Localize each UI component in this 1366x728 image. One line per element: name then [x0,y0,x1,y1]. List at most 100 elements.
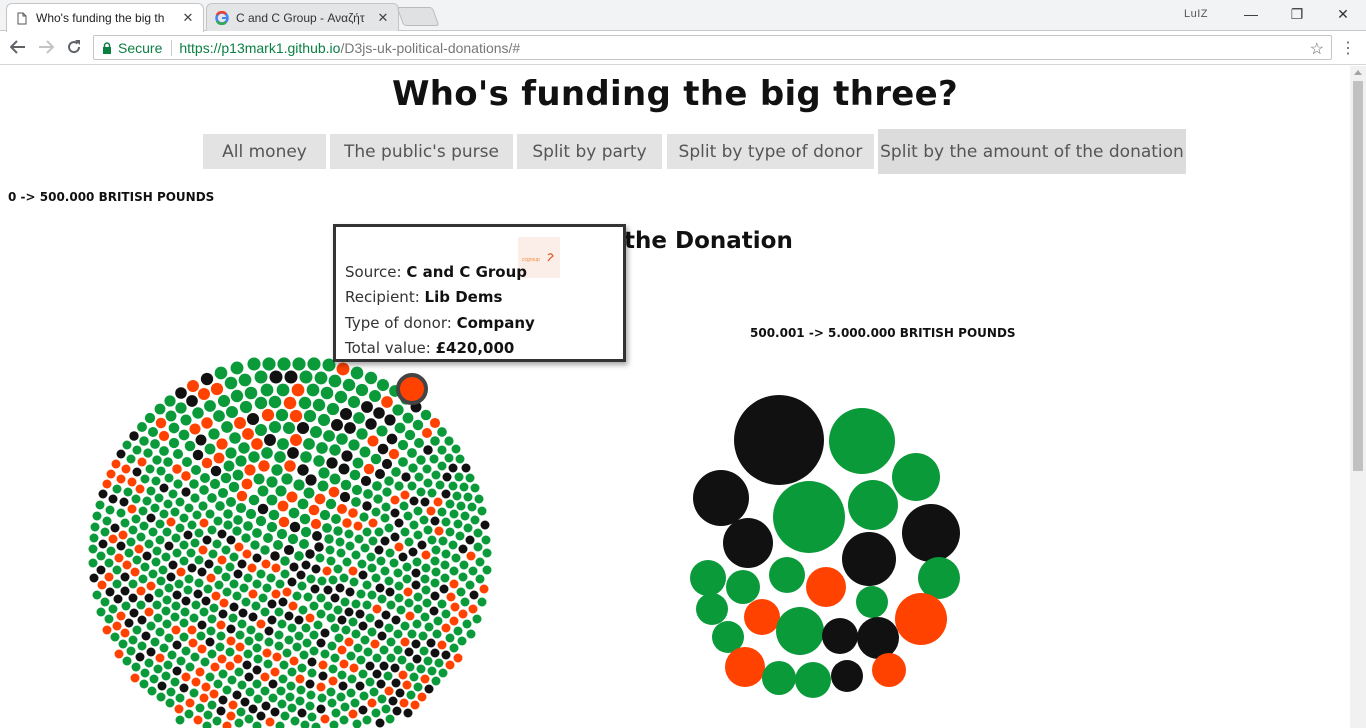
donation-bubble[interactable] [453,653,463,663]
donation-bubble[interactable] [441,650,451,660]
donation-bubble[interactable] [420,409,432,421]
donation-bubble[interactable] [128,593,138,603]
donation-bubble[interactable] [379,661,389,671]
donation-bubble[interactable] [285,692,295,702]
donation-bubble[interactable] [407,481,417,491]
donation-bubble[interactable] [234,542,244,552]
donation-bubble[interactable] [158,565,168,575]
donation-bubble[interactable] [465,580,475,590]
donation-bubble[interactable] [412,419,424,431]
donation-bubble[interactable] [255,515,267,527]
donation-bubble[interactable] [411,580,421,590]
donation-bubble[interactable] [179,513,189,523]
donation-bubble[interactable] [235,502,247,514]
donation-bubble[interactable] [183,585,193,595]
donation-bubble[interactable] [184,440,196,452]
donation-bubble[interactable] [151,557,161,567]
donation-bubble[interactable] [403,511,413,521]
donation-bubble[interactable] [380,566,390,576]
donation-bubble[interactable] [172,590,182,600]
donation-bubble[interactable] [337,615,347,625]
donation-bubble[interactable] [723,518,773,568]
donation-bubble[interactable] [155,653,165,663]
donation-bubble[interactable] [128,525,138,535]
donation-bubble[interactable] [346,651,356,661]
donation-bubble[interactable] [333,526,343,536]
donation-bubble[interactable] [466,551,476,561]
donation-bubble[interactable] [309,601,319,611]
donation-bubble[interactable] [328,575,338,585]
donation-bubble[interactable] [857,617,899,659]
donation-bubble[interactable] [334,390,348,404]
donation-bubble[interactable] [112,579,122,589]
donation-bubble[interactable] [327,641,337,651]
donation-bubble[interactable] [129,608,139,618]
donation-bubble[interactable] [268,693,278,703]
donation-bubble[interactable] [438,668,448,678]
donation-bubble[interactable] [344,607,354,617]
donation-bubble[interactable] [146,486,156,496]
donation-bubble[interactable] [470,483,480,493]
donation-bubble[interactable] [393,645,403,655]
donation-bubble[interactable] [445,633,455,643]
donation-bubble[interactable] [420,497,430,507]
donation-bubble[interactable] [283,544,295,556]
donation-bubble[interactable] [207,525,217,535]
donation-bubble[interactable] [142,551,152,561]
donation-bubble[interactable] [299,513,311,525]
donation-bubble[interactable] [460,511,470,521]
donation-bubble[interactable] [429,454,439,464]
donation-bubble[interactable] [457,636,467,646]
donation-bubble[interactable] [189,423,201,435]
donation-bubble[interactable] [319,509,331,521]
donation-bubble[interactable] [120,518,130,528]
donation-bubble[interactable] [430,516,440,526]
donation-bubble[interactable] [185,698,195,708]
donation-bubble[interactable] [92,511,102,521]
donation-bubble[interactable] [172,548,182,558]
donation-bubble[interactable] [363,463,375,475]
donation-bubble[interactable] [165,698,175,708]
donation-bubble[interactable] [402,412,414,424]
donation-bubble[interactable] [822,618,858,654]
donation-bubble[interactable] [348,709,358,719]
donation-bubble[interactable] [144,539,154,549]
donation-bubble[interactable] [199,693,209,703]
donation-bubble[interactable] [162,527,172,537]
donation-bubble[interactable] [848,480,898,530]
donation-bubble[interactable] [275,485,287,497]
donation-bubble[interactable] [384,476,394,486]
donation-bubble[interactable] [217,654,227,664]
donation-bubble[interactable] [384,686,394,696]
donation-bubble[interactable] [459,560,469,570]
donation-bubble[interactable] [470,515,480,525]
donation-bubble[interactable] [122,656,132,666]
donation-bubble[interactable] [455,531,465,541]
donation-bubble[interactable] [391,678,401,688]
donation-bubble[interactable] [134,544,144,554]
donation-bubble[interactable] [437,461,447,471]
donation-bubble[interactable] [185,662,195,672]
donation-bubble[interactable] [175,387,187,399]
donation-bubble[interactable] [385,548,395,558]
donation-bubble[interactable] [201,596,211,606]
donation-bubble[interactable] [204,400,216,412]
donation-bubble[interactable] [193,715,203,725]
donation-bubble[interactable] [350,698,360,708]
donation-bubble[interactable] [344,637,354,647]
donation-bubble[interactable] [224,376,238,390]
donation-bubble[interactable] [252,665,262,675]
donation-bubble[interactable] [418,631,428,641]
donation-bubble[interactable] [225,647,235,657]
donation-bubble[interactable] [181,596,191,606]
donation-bubble[interactable] [215,642,225,652]
donation-bubble[interactable] [442,472,452,482]
donation-bubble[interactable] [384,414,396,426]
donation-bubble[interactable] [287,533,299,545]
donation-bubble[interactable] [173,479,183,489]
donation-bubble[interactable] [376,378,390,392]
donation-bubble[interactable] [126,454,136,464]
donation-bubble[interactable] [458,609,468,619]
donation-bubble[interactable] [383,671,393,681]
donation-bubble[interactable] [280,711,290,721]
